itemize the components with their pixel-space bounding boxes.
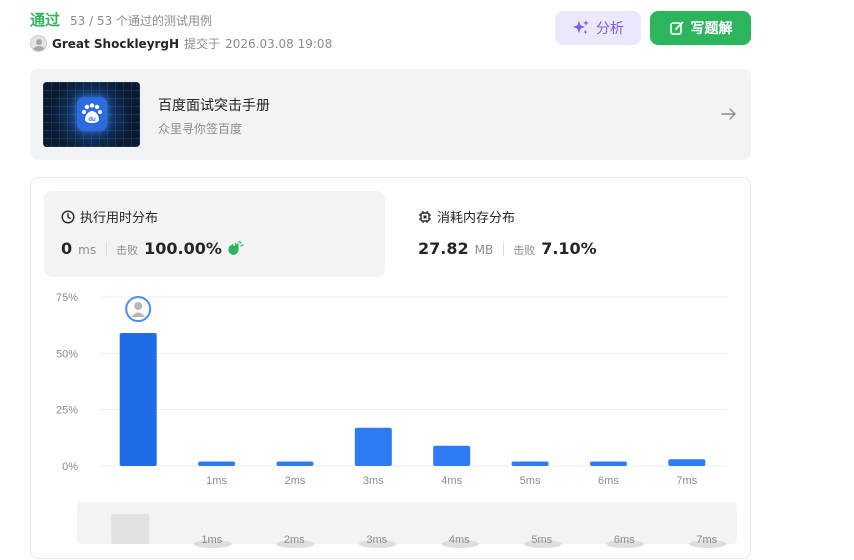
brush-tick-label: 4ms	[449, 534, 470, 546]
chart-bar	[119, 333, 157, 466]
y-tick-label: 50%	[56, 348, 78, 360]
y-tick-label: 0%	[62, 461, 78, 473]
brush-tick-label: 5ms	[531, 534, 552, 546]
chart-bar	[589, 461, 627, 466]
x-tick-label: 3ms	[363, 475, 384, 487]
brush-tick-label: 6ms	[614, 534, 635, 546]
x-tick-label: 4ms	[441, 475, 462, 487]
brush-tick-label: 1ms	[201, 534, 222, 546]
chart-bar	[668, 459, 706, 466]
chart-bar	[354, 427, 392, 466]
x-tick-label: 7ms	[676, 475, 697, 487]
chart-bar	[433, 445, 471, 466]
brush-tick-label: 3ms	[366, 534, 387, 546]
runtime-distribution-chart: 0% 25% 50% 75% 1ms 2ms 3ms 4ms 5ms 6ms 7ms 1ms 2ms 3m…	[56, 292, 727, 548]
chart-bar	[276, 461, 314, 466]
x-tick-label: 1ms	[206, 475, 227, 487]
brush-tick-label: 7ms	[696, 534, 717, 546]
x-tick-label: 2ms	[285, 475, 306, 487]
chart-bar	[198, 461, 236, 466]
brush-tick-label: 2ms	[284, 534, 305, 546]
brush-bar	[111, 514, 150, 544]
y-tick-label: 75%	[56, 292, 78, 304]
x-tick-label: 6ms	[598, 475, 619, 487]
user-marker-head	[134, 302, 143, 311]
chart-bar	[511, 461, 549, 466]
y-tick-label: 25%	[56, 405, 78, 417]
x-tick-label: 5ms	[520, 475, 541, 487]
